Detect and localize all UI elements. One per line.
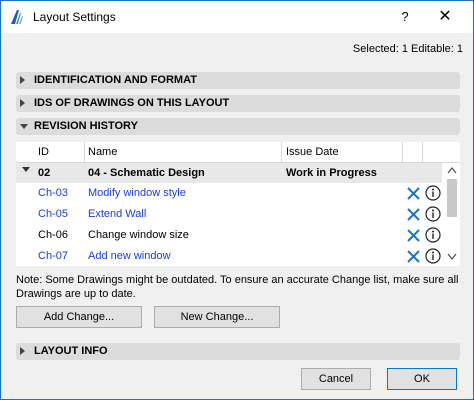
section-revision-history[interactable]: REVISION HISTORY (16, 118, 460, 135)
change-id: Ch-06 (38, 229, 68, 241)
selected-editable-info: Selected: 1 Editable: 1 (352, 43, 463, 55)
section-ids-of-drawings[interactable]: IDS OF DRAWINGS ON THIS LAYOUT (16, 95, 460, 112)
column-header-issue-date[interactable]: Issue Date (286, 146, 339, 158)
column-header-id[interactable]: ID (38, 146, 49, 158)
delete-x-icon[interactable] (406, 207, 421, 222)
change-name: Add new window (88, 250, 171, 262)
section-label: REVISION HISTORY (34, 120, 138, 132)
delete-x-icon[interactable] (406, 186, 421, 201)
change-name: Extend Wall (88, 208, 147, 220)
app-icon (9, 9, 25, 25)
info-icon[interactable] (425, 248, 441, 264)
table-row[interactable]: Ch-05 Extend Wall (16, 204, 442, 225)
scroll-down-arrow-icon[interactable] (447, 253, 457, 261)
info-icon[interactable] (425, 227, 441, 243)
column-header-name[interactable]: Name (88, 146, 117, 158)
close-button[interactable]: ✕ (433, 7, 457, 27)
collapse-arrow-icon (20, 124, 28, 129)
section-layout-info[interactable]: LAYOUT INFO (16, 343, 460, 360)
expand-arrow-icon (20, 347, 25, 355)
change-name: Change window size (88, 229, 189, 241)
cancel-button[interactable]: Cancel (301, 368, 371, 390)
section-label: LAYOUT INFO (34, 345, 108, 357)
change-id: Ch-03 (38, 187, 68, 199)
table-scrollbar[interactable] (444, 163, 460, 266)
help-button[interactable]: ? (395, 7, 415, 27)
title-bar: Layout Settings ? ✕ (1, 1, 473, 33)
table-row[interactable]: Ch-06 Change window size (16, 225, 442, 246)
info-icon[interactable] (425, 185, 441, 201)
section-label: IDS OF DRAWINGS ON THIS LAYOUT (34, 97, 230, 109)
column-separator (402, 142, 403, 163)
scrollbar-thumb[interactable] (447, 179, 457, 217)
group-issue-date: Work in Progress (286, 167, 377, 179)
group-id: 02 (38, 167, 51, 179)
section-label: IDENTIFICATION AND FORMAT (34, 74, 197, 86)
revision-history-table: ID Name Issue Date 02 04 - Schematic Des… (16, 142, 460, 266)
new-change-button[interactable]: New Change... (154, 306, 280, 328)
table-row[interactable]: Ch-03 Modify window style (16, 183, 442, 204)
info-icon[interactable] (425, 206, 441, 222)
change-id: Ch-07 (38, 250, 68, 262)
layout-settings-dialog: Layout Settings ? ✕ Selected: 1 Editable… (0, 0, 474, 400)
ok-button[interactable]: OK (387, 368, 457, 390)
group-name: 04 - Schematic Design (88, 167, 205, 179)
column-separator (422, 142, 423, 163)
scroll-up-arrow-icon[interactable] (447, 166, 457, 174)
table-row[interactable]: Ch-07 Add new window (16, 246, 442, 266)
window-title: Layout Settings (33, 10, 116, 24)
change-id: Ch-05 (38, 208, 68, 220)
delete-x-icon[interactable] (406, 228, 421, 243)
outdated-drawings-note: Note: Some Drawings might be outdated. T… (16, 274, 459, 300)
revision-group-row[interactable]: 02 04 - Schematic Design Work in Progres… (16, 163, 442, 183)
section-identification-and-format[interactable]: IDENTIFICATION AND FORMAT (16, 72, 460, 89)
table-header: ID Name Issue Date (16, 142, 460, 163)
column-separator (84, 142, 85, 163)
column-separator (281, 142, 282, 163)
add-change-button[interactable]: Add Change... (16, 306, 142, 328)
expand-arrow-icon (20, 76, 25, 84)
collapse-arrow-icon (22, 167, 30, 172)
change-name: Modify window style (88, 187, 186, 199)
expand-arrow-icon (20, 99, 25, 107)
delete-x-icon[interactable] (406, 249, 421, 264)
